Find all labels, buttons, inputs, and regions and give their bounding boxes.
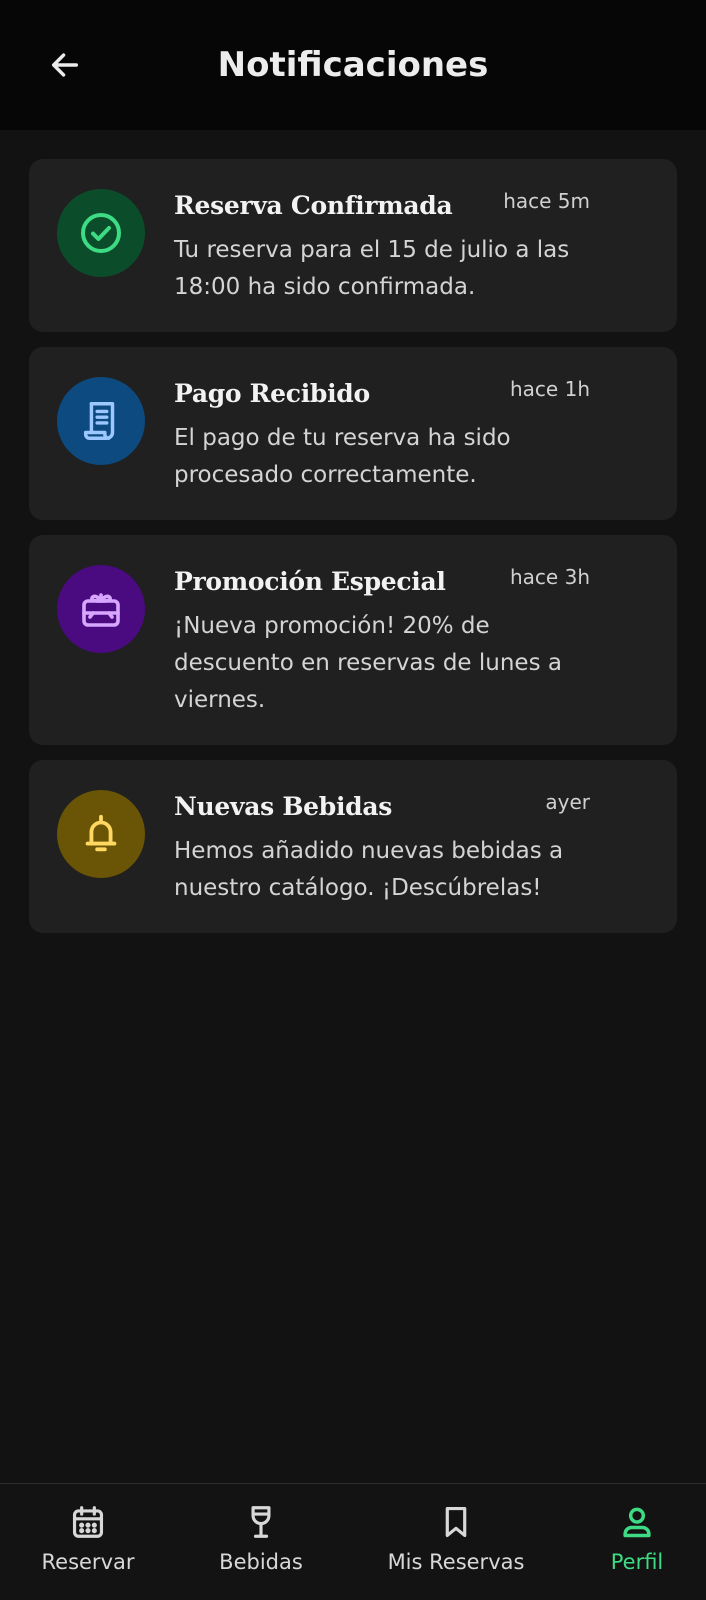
notification-time: hace 5m [503, 189, 590, 213]
notification-body: ¡Nueva promoción! 20% de descuento en re… [174, 613, 562, 713]
notification-icon-badge [57, 189, 145, 277]
person-icon [623, 1507, 651, 1538]
notification-list: Reserva Confirmada hace 5m Tu reserva pa… [29, 159, 677, 948]
app-header: Notificaciones [0, 0, 706, 130]
notification-title: Pago Recibido [174, 379, 370, 408]
page-title: Notificaciones [217, 45, 489, 85]
wine-glass-icon [251, 1506, 271, 1538]
nav-label: Reservar [41, 1550, 135, 1574]
bell-icon [85, 814, 117, 852]
notification-time: hace 3h [510, 565, 590, 589]
notification-icon-badge [57, 790, 145, 878]
nav-item-mis-reservas[interactable]: Mis Reservas [372, 1484, 540, 1600]
notification-time: ayer [545, 790, 590, 814]
notification-icon-badge [57, 377, 145, 465]
check-circle-icon [81, 213, 121, 253]
bookmark-icon [445, 1506, 467, 1538]
notification-title: Reserva Confirmada [174, 191, 453, 220]
nav-item-perfil[interactable]: Perfil [582, 1484, 692, 1600]
notification-body: Tu reserva para el 15 de julio a las 18:… [174, 237, 570, 300]
calendar-icon [72, 1506, 104, 1538]
notification-card[interactable]: Pago Recibido hace 1h El pago de tu rese… [29, 347, 677, 520]
nav-item-reservar[interactable]: Reservar [28, 1484, 148, 1600]
notification-card[interactable]: Promoción Especial hace 3h ¡Nueva promoc… [29, 535, 677, 745]
nav-item-bebidas[interactable]: Bebidas [201, 1484, 321, 1600]
notification-body: Hemos añadido nuevas bebidas a nuestro c… [174, 838, 564, 901]
notification-time: hace 1h [510, 377, 590, 401]
notification-card[interactable]: Nuevas Bebidas ayer Hemos añadido nuevas… [29, 760, 677, 933]
bottom-navigation: Reservar Bebidas Mis Reservas Perfil [0, 1483, 706, 1600]
nav-label: Bebidas [219, 1550, 303, 1574]
receipt-icon [83, 402, 115, 440]
notification-card[interactable]: Reserva Confirmada hace 5m Tu reserva pa… [29, 159, 677, 332]
notification-title: Nuevas Bebidas [174, 792, 393, 821]
nav-label: Mis Reservas [387, 1550, 525, 1574]
notification-icon-badge [57, 565, 145, 653]
notifications-screen: Notificaciones Reserva Confirmada hace 5… [0, 0, 706, 1600]
notification-body: El pago de tu reserva ha sido procesado … [174, 425, 511, 488]
notification-title: Promoción Especial [174, 567, 446, 596]
nav-label: Perfil [610, 1550, 664, 1574]
gift-icon [82, 593, 120, 627]
